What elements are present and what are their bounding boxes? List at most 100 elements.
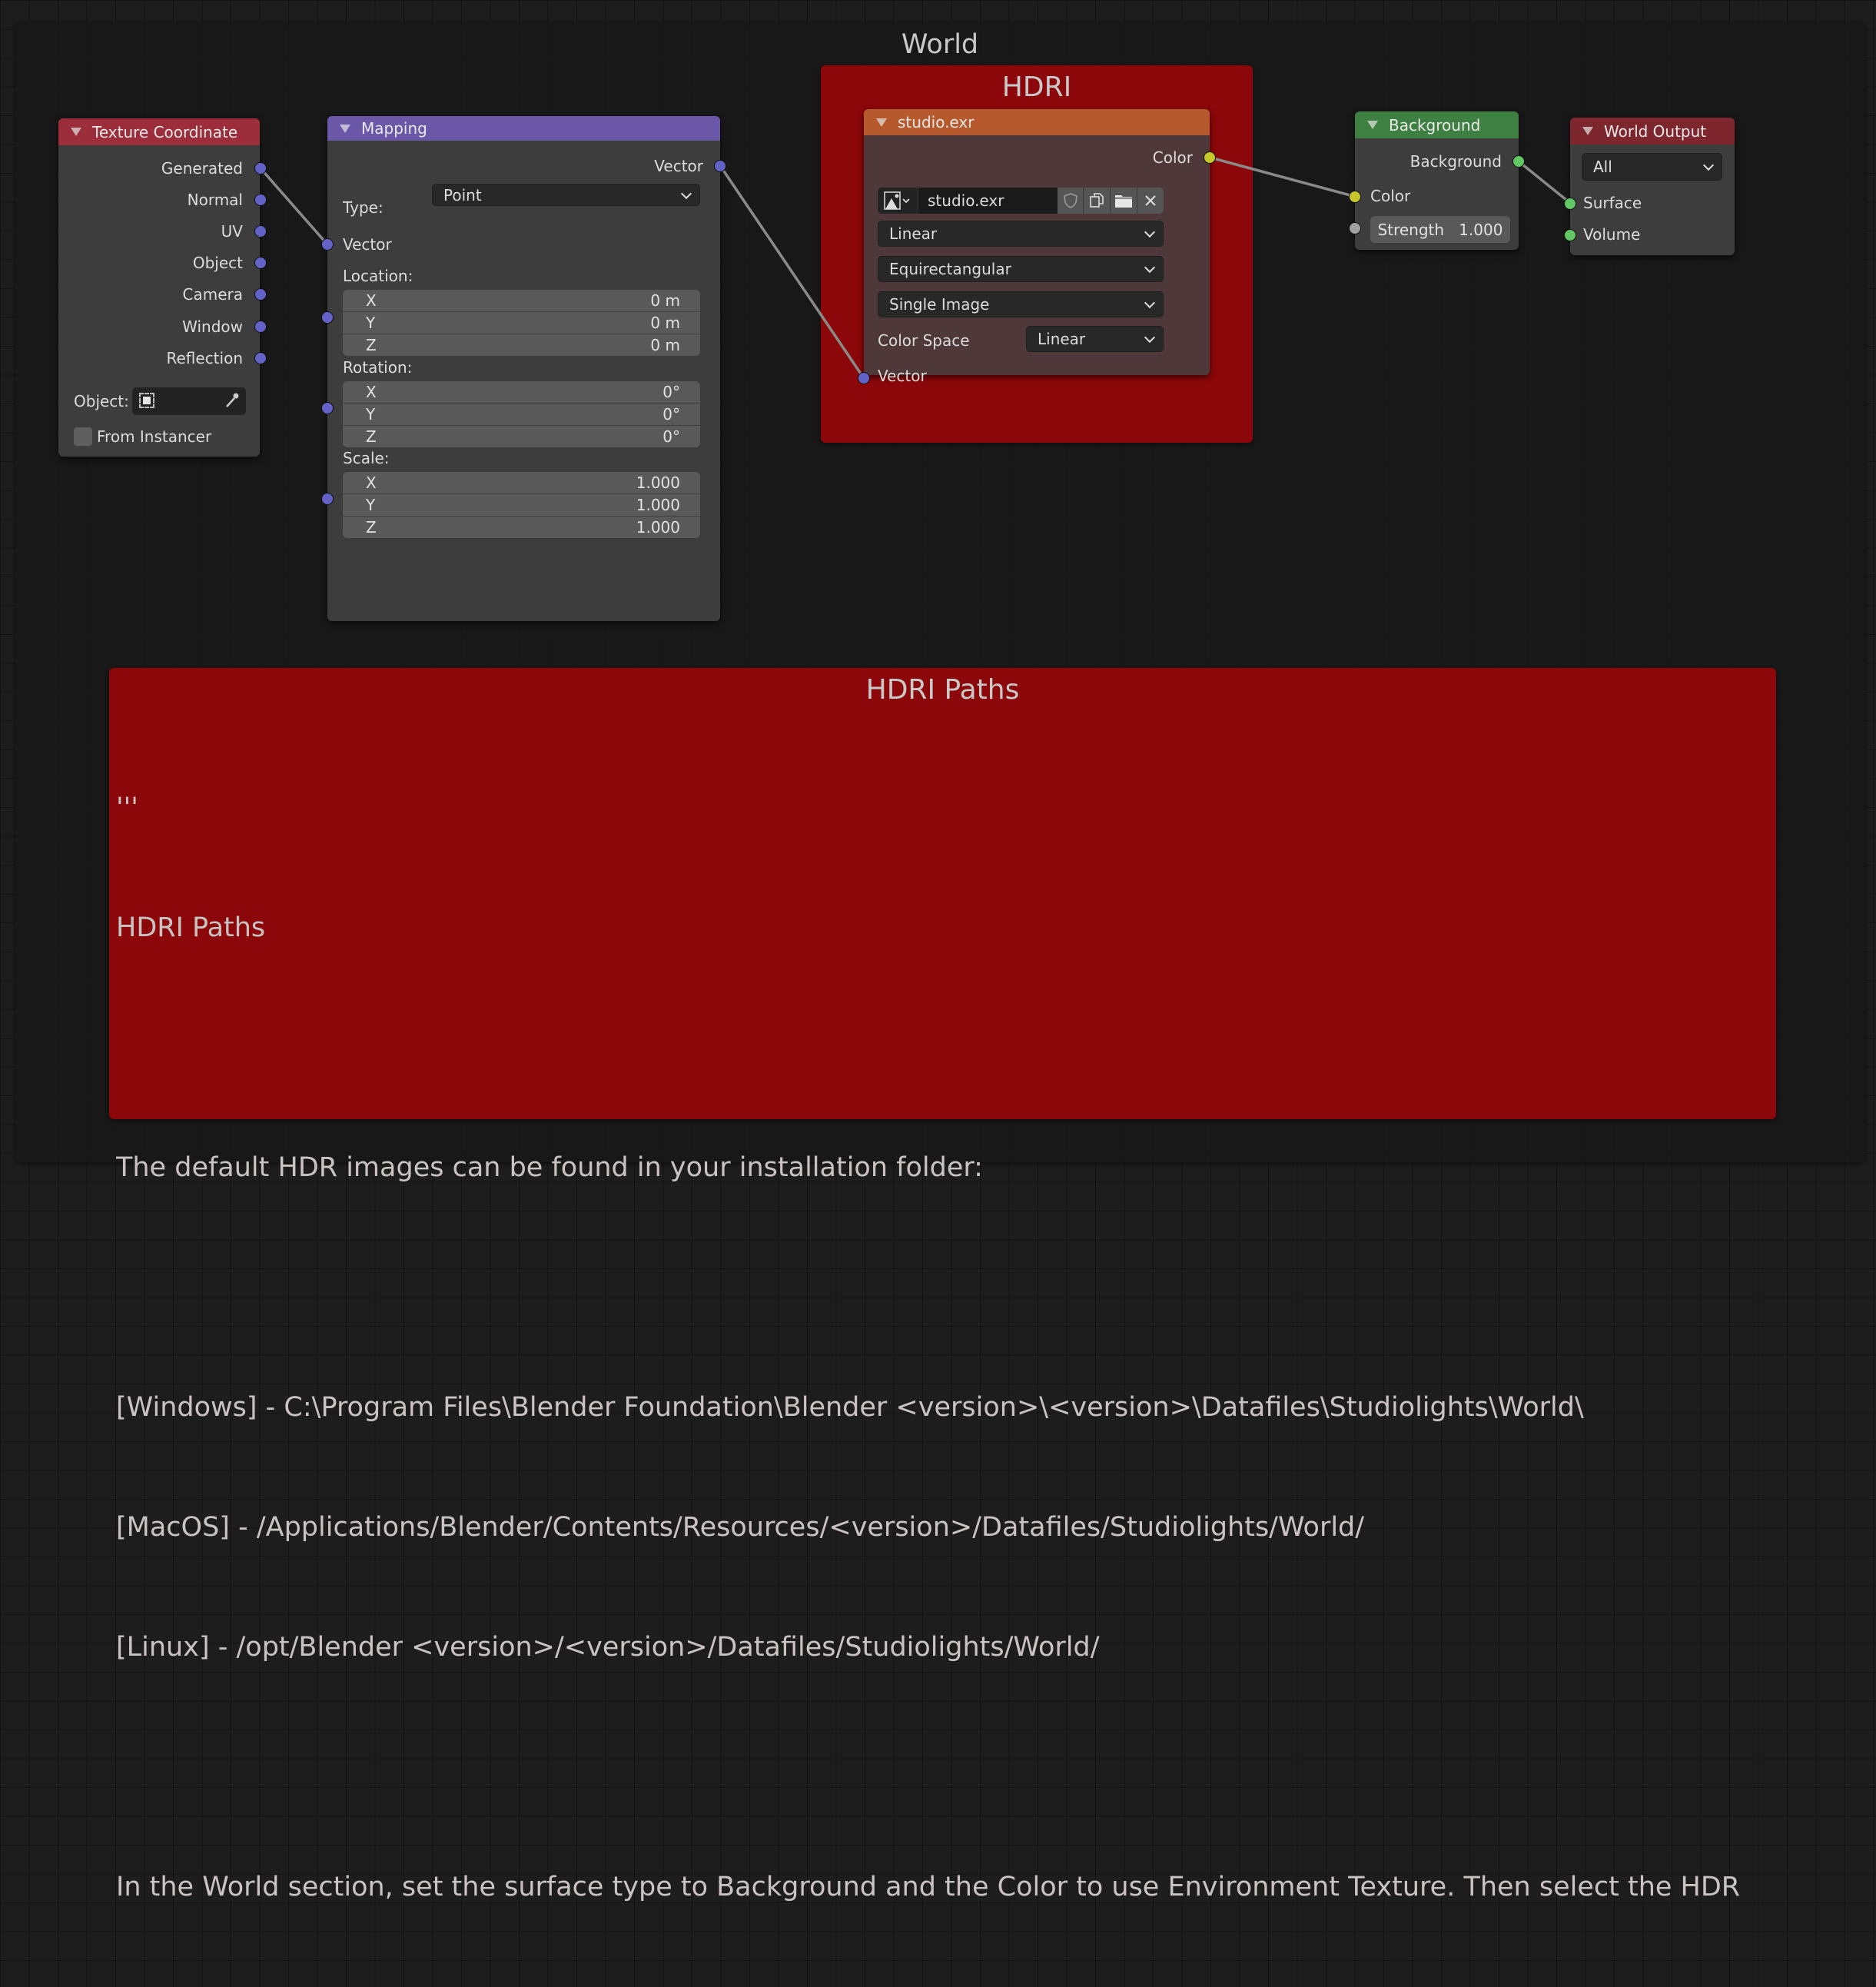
socket-color-out[interactable]: [1204, 151, 1216, 164]
collapse-triangle-icon[interactable]: [1367, 121, 1378, 129]
notes-line: [MacOS] - /Applications/Blender/Contents…: [116, 1512, 1365, 1543]
interpolation-value: Linear: [889, 224, 938, 243]
vector-input-label: Vector: [343, 235, 392, 254]
collapse-triangle-icon[interactable]: [1582, 127, 1593, 135]
axis-label: Y: [366, 314, 376, 332]
projection-value: Equirectangular: [889, 260, 1011, 278]
location-x-field[interactable]: X 0 m: [343, 290, 700, 312]
surface-input-label: Surface: [1583, 194, 1642, 212]
texture-coordinate-node[interactable]: Texture Coordinate Generated Normal UV O…: [58, 118, 267, 457]
notes-line: In the World section, set the surface ty…: [116, 1872, 1741, 1902]
object-cube-icon: [139, 393, 154, 408]
location-label: Location:: [343, 267, 413, 285]
from-instancer-checkbox[interactable]: [74, 427, 92, 446]
chevron-down-icon: [1702, 159, 1715, 171]
socket-vector-in[interactable]: [858, 372, 870, 384]
socket-scale[interactable]: [321, 493, 334, 505]
environment-texture-node[interactable]: studio.exr Color studio.exr Linear Equir…: [858, 109, 1216, 385]
collapse-triangle-icon[interactable]: [340, 124, 350, 133]
axis-label: X: [366, 291, 377, 310]
socket-volume-in[interactable]: [1564, 229, 1576, 241]
socket-rotation[interactable]: [321, 402, 334, 414]
image-browse-icon[interactable]: [878, 188, 918, 214]
rotation-x-field[interactable]: X 0°: [343, 381, 700, 404]
location-z-field[interactable]: Z 0 m: [343, 334, 700, 356]
socket-label: UV: [221, 222, 243, 241]
from-instancer-label: From Instancer: [97, 427, 212, 446]
chevron-down-icon: [680, 188, 692, 199]
field-value: 1.000: [636, 496, 680, 514]
target-dropdown[interactable]: All: [1582, 153, 1722, 181]
world-output-header[interactable]: World Output: [1570, 118, 1735, 145]
background-header[interactable]: Background: [1355, 111, 1519, 138]
socket-generated[interactable]: [254, 162, 267, 174]
socket-uv[interactable]: [254, 225, 267, 238]
rotation-z-field[interactable]: Z 0°: [343, 426, 700, 447]
socket-strength-in[interactable]: [1349, 222, 1361, 234]
socket-vector-in[interactable]: [321, 238, 334, 251]
chevron-down-icon: [1144, 226, 1156, 238]
socket-surface-in[interactable]: [1564, 198, 1576, 210]
color-input-label: Color: [1370, 187, 1411, 205]
socket-window[interactable]: [254, 321, 267, 333]
socket-label: Normal: [187, 191, 243, 209]
interpolation-dropdown[interactable]: Linear: [878, 221, 1164, 247]
object-label: Object:: [74, 392, 129, 410]
socket-normal[interactable]: [254, 194, 267, 206]
strength-label: Strength: [1377, 220, 1445, 239]
socket-color-in[interactable]: [1349, 191, 1361, 203]
background-node[interactable]: Background Background Color Strength 1.0…: [1349, 111, 1525, 250]
socket-object[interactable]: [254, 257, 267, 269]
duplicate-icon[interactable]: [1084, 188, 1111, 214]
collapse-triangle-icon[interactable]: [876, 118, 887, 127]
output-object: Object: [58, 251, 260, 274]
strength-field[interactable]: Strength 1.000: [1370, 216, 1510, 243]
image-selector[interactable]: studio.exr: [878, 188, 1164, 214]
world-output-node[interactable]: World Output All Surface Volume: [1564, 118, 1735, 255]
notes-line: [Linux] - /opt/Blender <version>/<versio…: [116, 1632, 1100, 1663]
collapse-triangle-icon[interactable]: [71, 128, 81, 136]
output-generated: Generated: [58, 157, 260, 180]
socket-label: Window: [182, 317, 243, 336]
type-dropdown[interactable]: Point: [432, 184, 700, 206]
fake-user-shield-icon[interactable]: [1058, 188, 1084, 214]
node-title: Background: [1389, 115, 1481, 135]
scale-y-field[interactable]: Y 1.000: [343, 494, 700, 517]
image-name-field[interactable]: studio.exr: [918, 188, 1058, 214]
chevron-down-icon: [1144, 261, 1156, 274]
socket-location[interactable]: [321, 311, 334, 324]
unlink-x-icon[interactable]: [1137, 188, 1164, 214]
socket-vector-out[interactable]: [714, 160, 726, 172]
projection-dropdown[interactable]: Equirectangular: [878, 256, 1164, 282]
node-title: Texture Coordinate: [92, 122, 238, 141]
environment-texture-header[interactable]: studio.exr: [864, 109, 1210, 135]
location-y-field[interactable]: Y 0 m: [343, 312, 700, 334]
rotation-y-field[interactable]: Y 0°: [343, 404, 700, 426]
mapping-header[interactable]: Mapping: [327, 116, 720, 141]
eyedropper-icon[interactable]: [224, 392, 240, 409]
axis-label: Z: [366, 427, 377, 446]
node-title: Mapping: [361, 119, 427, 138]
color-space-value: Linear: [1038, 330, 1086, 348]
socket-label: Camera: [182, 285, 244, 304]
output-vector: Vector: [327, 155, 720, 178]
output-normal: Normal: [58, 188, 260, 211]
axis-label: X: [366, 383, 377, 401]
scale-z-field[interactable]: Z 1.000: [343, 517, 700, 538]
chevron-down-icon: [1144, 331, 1156, 344]
socket-label: Object: [192, 254, 243, 272]
axis-label: Y: [366, 405, 376, 424]
color-space-dropdown[interactable]: Linear: [1026, 326, 1164, 352]
mapping-node[interactable]: Mapping Vector Type: Point Vector Locati…: [321, 116, 726, 621]
scale-x-field[interactable]: X 1.000: [343, 472, 700, 494]
source-dropdown[interactable]: Single Image: [878, 291, 1164, 317]
texture-coordinate-header[interactable]: Texture Coordinate: [58, 118, 260, 145]
socket-reflection[interactable]: [254, 352, 267, 364]
field-value: 0°: [662, 383, 680, 401]
open-folder-icon[interactable]: [1111, 188, 1137, 214]
socket-camera[interactable]: [254, 288, 267, 301]
rotation-label: Rotation:: [343, 358, 413, 377]
socket-background-out[interactable]: [1512, 155, 1525, 168]
type-value: Point: [443, 185, 482, 204]
object-picker-field[interactable]: [132, 387, 246, 415]
